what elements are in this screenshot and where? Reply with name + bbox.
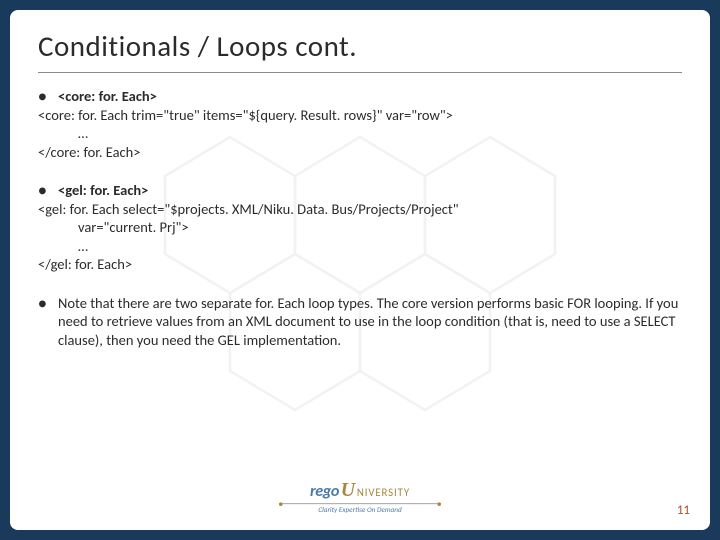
core-body: …: [38, 124, 682, 143]
page-number: 11: [677, 503, 690, 518]
section-gel-foreach: ● <gel: for. Each> <gel: for. Each selec…: [38, 181, 682, 274]
logo-u-glyph: U: [341, 478, 355, 501]
logo-brand: rego: [310, 480, 339, 500]
title-divider: [38, 72, 682, 73]
section-core-foreach: ● <core: for. Each> <core: for. Each tri…: [38, 87, 682, 161]
section-note: ● Note that there are two separate for. …: [38, 294, 682, 350]
bullet-icon: ●: [38, 181, 58, 200]
slide-title: Conditionals / Loops cont.: [38, 28, 682, 64]
logo-divider: [279, 503, 441, 504]
content-area: ● <core: for. Each> <core: for. Each tri…: [38, 87, 682, 350]
slide-body: Conditionals / Loops cont. ● <core: for.…: [10, 10, 710, 530]
bullet-icon: ●: [38, 294, 58, 350]
logo-suffix: NIVERSITY: [357, 487, 410, 500]
gel-body: …: [38, 237, 682, 256]
logo-rego-university: rego U NIVERSITY Clarity Expertise On De…: [279, 478, 441, 515]
slide-frame: Conditionals / Loops cont. ● <core: for.…: [0, 0, 720, 540]
gel-open-tag-cont: var="current. Prj">: [38, 218, 682, 237]
core-close-tag: </core: for. Each>: [38, 143, 682, 162]
gel-heading: <gel: for. Each>: [58, 181, 148, 200]
gel-close-tag: </gel: for. Each>: [38, 255, 682, 274]
core-open-tag: <core: for. Each trim="true" items="${qu…: [38, 106, 682, 125]
note-text: Note that there are two separate for. Ea…: [58, 294, 682, 350]
footer: rego U NIVERSITY Clarity Expertise On De…: [10, 472, 710, 520]
logo-tagline: Clarity Expertise On Demand: [318, 505, 401, 514]
gel-open-tag: <gel: for. Each select="$projects. XML/N…: [38, 200, 682, 219]
bullet-icon: ●: [38, 87, 58, 106]
core-heading: <core: for. Each>: [58, 87, 157, 106]
